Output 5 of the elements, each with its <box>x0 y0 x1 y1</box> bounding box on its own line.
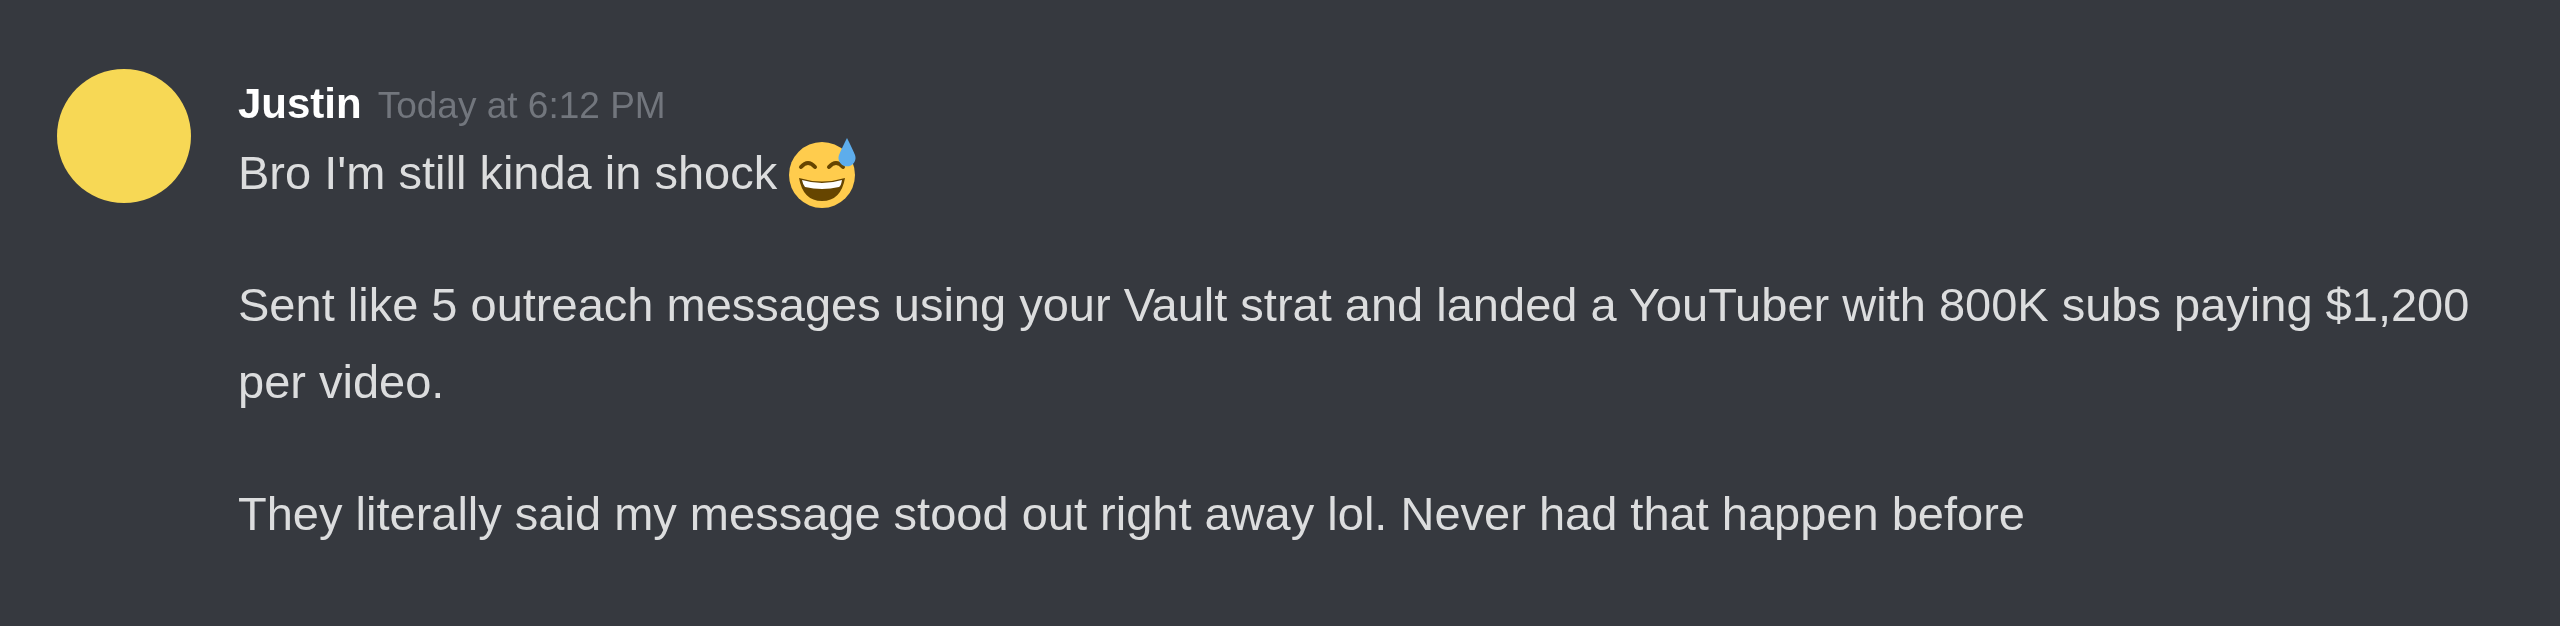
message-text: Bro I'm still kinda in shock <box>238 145 778 201</box>
message-text: They literally said my message stood out right away lol. Never had that happen before <box>238 486 2025 542</box>
timestamp: Today at 6:12 PM <box>377 84 666 128</box>
message-text: Sent like 5 outreach messages using your Vault strat and landed a YouTuber with 800K subs paying $1,200 per video. <box>238 277 2471 410</box>
author-name[interactable]: Justin <box>238 76 362 132</box>
